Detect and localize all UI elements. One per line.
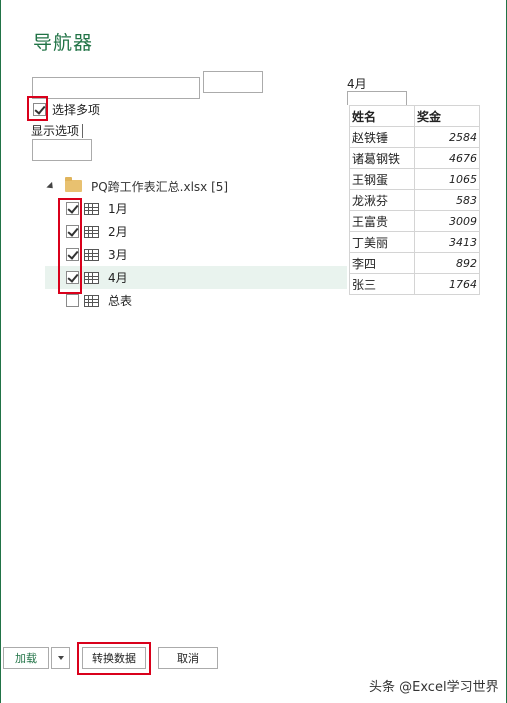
name-cell: 王富贵 <box>349 210 415 232</box>
watermark: 头条 @Excel学习世界 <box>369 680 499 695</box>
tree-item-label: 总表 <box>108 294 133 308</box>
bonus-cell: 3413 <box>414 231 480 253</box>
preview-title: 4月 <box>347 77 367 91</box>
table-row: 诸葛钢铁 4676 <box>349 147 480 169</box>
name-cell: 诸葛钢铁 <box>349 147 415 169</box>
tree-item-checkbox[interactable] <box>66 294 79 307</box>
refresh-button[interactable] <box>32 139 92 161</box>
select-multiple-label: 选择多项 <box>52 102 101 117</box>
bonus-cell: 3009 <box>414 210 480 232</box>
bonus-cell: 1764 <box>414 273 480 295</box>
highlight-box-transform <box>77 642 151 675</box>
load-dropdown-button[interactable] <box>51 647 70 669</box>
table-icon <box>84 248 99 261</box>
cancel-button[interactable]: 取消 <box>158 647 218 669</box>
highlight-box-multi-select <box>27 96 48 121</box>
navigator-window: 导航器 选择多项 显示选项 PQ跨工作表汇总.xlsx [5] 1月 2月 3月… <box>0 0 507 703</box>
display-options-label: 显示选项 <box>31 124 80 138</box>
table-row: 张三 1764 <box>349 273 480 295</box>
tree-item-label: 1月 <box>108 202 128 216</box>
folder-icon <box>65 177 82 192</box>
table-icon <box>84 294 99 307</box>
tree-root-label: PQ跨工作表汇总.xlsx [5] <box>91 179 229 194</box>
tree-item-label: 3月 <box>108 248 128 262</box>
bonus-cell: 892 <box>414 252 480 274</box>
tree-item-sheet3[interactable]: 3月 <box>45 243 347 266</box>
tree-item-sheet2[interactable]: 2月 <box>45 220 347 243</box>
bonus-cell: 1065 <box>414 168 480 190</box>
navigator-tree: PQ跨工作表汇总.xlsx [5] 1月 2月 3月 4月 总表 <box>45 175 347 312</box>
tree-item-sheet1[interactable]: 1月 <box>45 197 347 220</box>
name-cell: 赵铁锤 <box>349 126 415 148</box>
highlight-box-checked-items <box>58 198 82 294</box>
table-icon <box>84 202 99 215</box>
tree-root-workbook[interactable]: PQ跨工作表汇总.xlsx [5] <box>45 175 347 197</box>
tree-item-sheet4[interactable]: 4月 <box>45 266 347 289</box>
display-options-dropdown[interactable]: 显示选项 <box>31 122 84 139</box>
search-button[interactable] <box>203 71 263 93</box>
preview-table: 姓名 奖金 赵铁锤 2584 诸葛钢铁 4676 王钢蛋 1065 龙湫芬 583 王富… <box>349 105 480 295</box>
search-input[interactable] <box>32 77 200 99</box>
bonus-cell: 2584 <box>414 126 480 148</box>
table-icon <box>84 271 99 284</box>
name-cell: 李四 <box>349 252 415 274</box>
load-button[interactable]: 加载 <box>3 647 49 669</box>
column-header: 奖金 <box>414 105 480 127</box>
column-header: 姓名 <box>349 105 415 127</box>
preview-header-strip <box>347 91 407 105</box>
name-cell: 龙湫芬 <box>349 189 415 211</box>
table-row: 王富贵 3009 <box>349 210 480 232</box>
name-cell: 丁美丽 <box>349 231 415 253</box>
name-cell: 张三 <box>349 273 415 295</box>
bonus-cell: 583 <box>414 189 480 211</box>
table-row: 李四 892 <box>349 252 480 274</box>
display-options-caret <box>82 123 84 138</box>
expand-arrow-icon[interactable] <box>46 181 56 191</box>
navigator-title: 导航器 <box>33 32 94 54</box>
tree-item-label: 2月 <box>108 225 128 239</box>
table-row: 龙湫芬 583 <box>349 189 480 211</box>
preview-header-row: 姓名 奖金 <box>349 105 480 127</box>
tree-item-label: 4月 <box>108 271 128 285</box>
table-row: 赵铁锤 2584 <box>349 126 480 148</box>
name-cell: 王钢蛋 <box>349 168 415 190</box>
chevron-down-icon <box>57 656 64 660</box>
tree-item-summary[interactable]: 总表 <box>45 289 347 312</box>
table-row: 丁美丽 3413 <box>349 231 480 253</box>
table-row: 王钢蛋 1065 <box>349 168 480 190</box>
table-icon <box>84 225 99 238</box>
bonus-cell: 4676 <box>414 147 480 169</box>
